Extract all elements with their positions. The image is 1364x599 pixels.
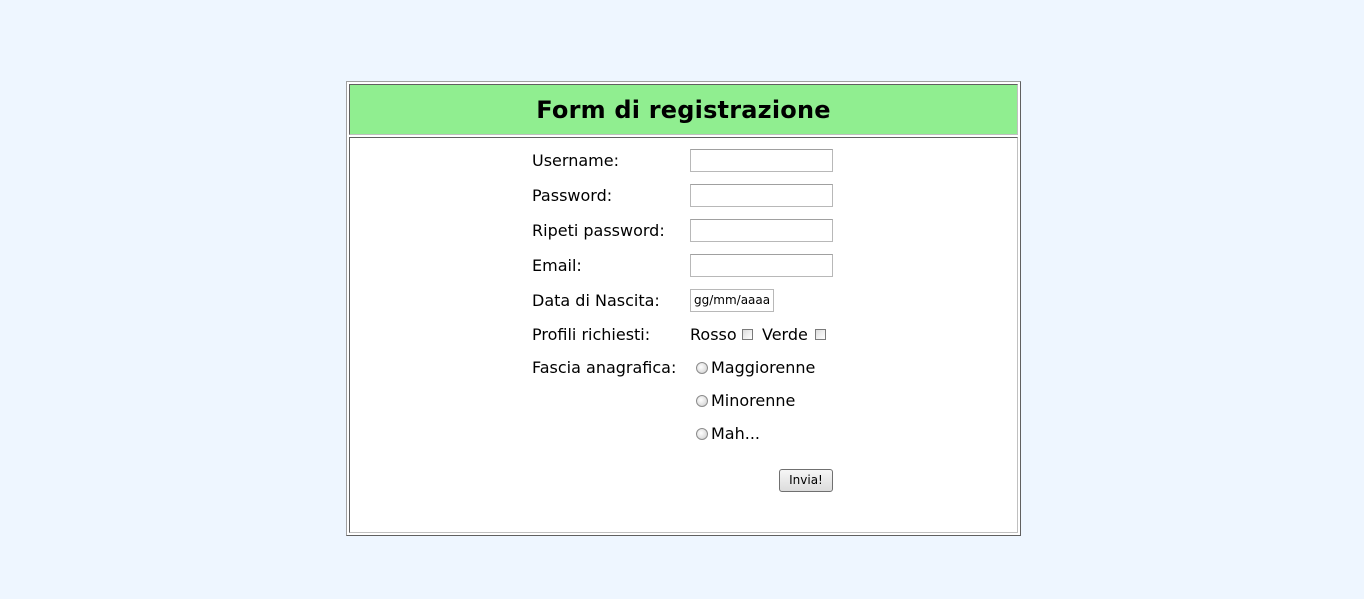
form-body: [349, 137, 1018, 533]
registration-form-table: Form di registrazione: [346, 81, 1021, 536]
age-minorenne-label: Minorenne: [711, 391, 796, 410]
age-maggiorenne-radio[interactable]: [696, 362, 708, 374]
birth-date-label: Data di Nascita:: [532, 291, 660, 310]
repeat-password-input[interactable]: [690, 219, 833, 242]
age-group-label: Fascia anagrafica:: [532, 358, 677, 377]
age-mah-radio[interactable]: [696, 428, 708, 440]
age-mah-label: Mah...: [711, 424, 761, 443]
form-title: Form di registrazione: [536, 95, 831, 124]
age-maggiorenne-label: Maggiorenne: [711, 358, 816, 377]
profile-rosso-label: Rosso: [690, 325, 737, 344]
birth-date-placeholder: gg/mm/aaaa: [694, 293, 771, 307]
username-input[interactable]: [690, 149, 833, 172]
repeat-password-label: Ripeti password:: [532, 221, 665, 240]
email-label: Email:: [532, 256, 582, 275]
submit-button[interactable]: Invia!: [779, 469, 833, 492]
profile-verde-label: Verde: [762, 325, 808, 344]
profile-verde-checkbox[interactable]: [815, 329, 826, 340]
email-input[interactable]: [690, 254, 833, 277]
profile-rosso-checkbox[interactable]: [742, 329, 753, 340]
birth-date-input[interactable]: gg/mm/aaaa: [690, 289, 774, 312]
profiles-label: Profili richiesti:: [532, 325, 651, 344]
password-input[interactable]: [690, 184, 833, 207]
password-label: Password:: [532, 186, 613, 205]
age-minorenne-radio[interactable]: [696, 395, 708, 407]
username-label: Username:: [532, 151, 619, 170]
form-header: Form di registrazione: [349, 84, 1018, 135]
